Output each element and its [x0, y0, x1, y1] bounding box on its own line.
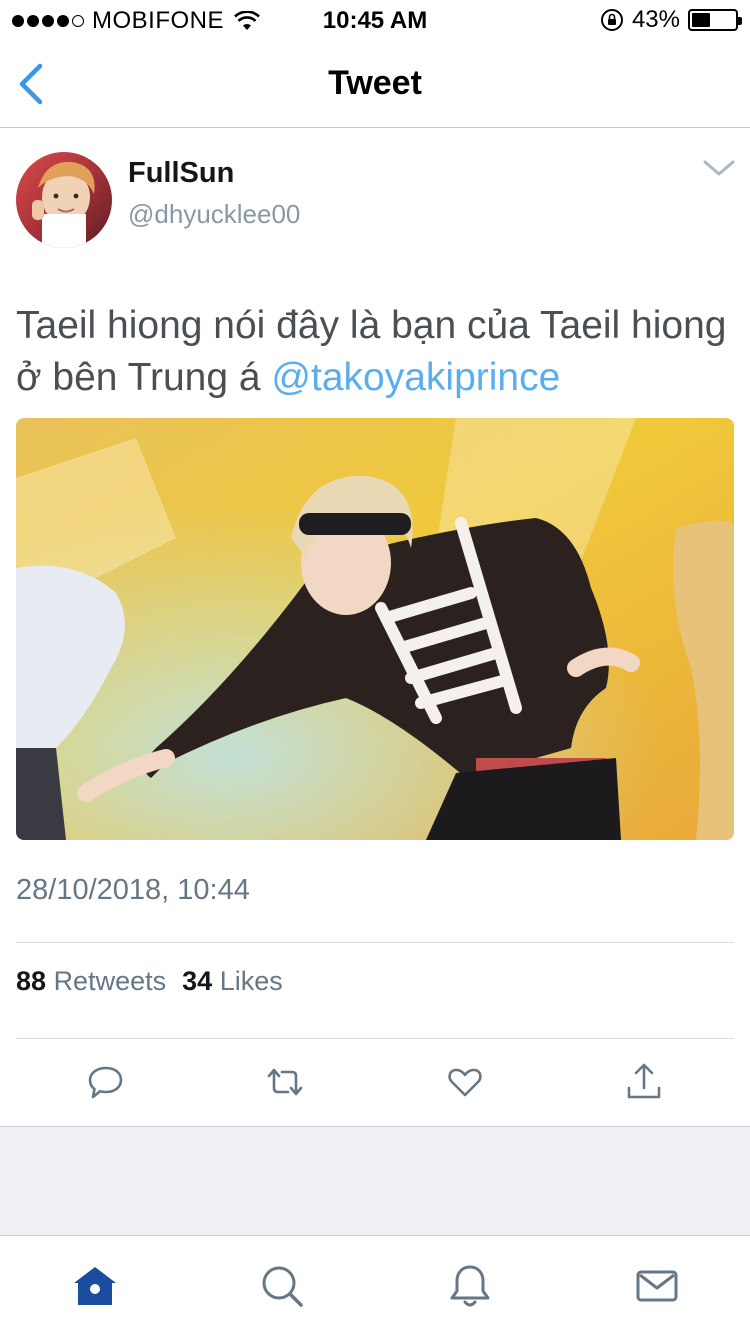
share-icon[interactable]: [622, 1060, 666, 1104]
tweet-image[interactable]: [16, 418, 734, 840]
retweets-label: Retweets: [53, 966, 167, 996]
mention-link[interactable]: @takoyakiprince: [271, 356, 560, 399]
retweets-stat[interactable]: 88 Retweets: [16, 966, 166, 997]
chevron-down-icon[interactable]: [702, 156, 736, 180]
retweet-icon[interactable]: [263, 1060, 307, 1104]
navigation-bar: Tweet: [0, 40, 750, 128]
author-handle[interactable]: @dhyucklee00: [128, 199, 300, 230]
likes-count: 34: [182, 966, 213, 996]
tweet-text: Taeil hiong nói đây là bạn của Taeil hio…: [16, 300, 736, 404]
divider: [16, 942, 734, 943]
status-bar: MOBIFONE 10:45 AM 43%: [0, 0, 750, 40]
battery-icon: [688, 9, 742, 31]
home-icon[interactable]: [70, 1261, 120, 1311]
battery-percent: 43%: [631, 6, 680, 33]
rotation-lock-icon: [600, 9, 623, 31]
page-title: Tweet: [328, 64, 422, 102]
messages-icon[interactable]: [632, 1261, 682, 1311]
search-icon[interactable]: [257, 1261, 307, 1311]
retweets-count: 88: [16, 966, 47, 996]
notifications-icon[interactable]: [445, 1261, 495, 1311]
avatar[interactable]: [16, 152, 112, 248]
reply-icon[interactable]: [84, 1060, 128, 1104]
tab-bar: [0, 1237, 750, 1334]
divider: [16, 1038, 734, 1039]
tweet-stats: 88 Retweets 34 Likes: [16, 966, 283, 997]
author-name[interactable]: FullSun: [128, 157, 234, 190]
likes-label: Likes: [219, 966, 283, 996]
likes-stat[interactable]: 34 Likes: [182, 966, 283, 997]
empty-space: [0, 1126, 750, 1236]
like-icon[interactable]: [443, 1060, 487, 1104]
status-right: 43%: [600, 6, 742, 34]
tweet-actions: [0, 1060, 750, 1108]
tweet-timestamp: 28/10/2018, 10:44: [16, 874, 250, 906]
